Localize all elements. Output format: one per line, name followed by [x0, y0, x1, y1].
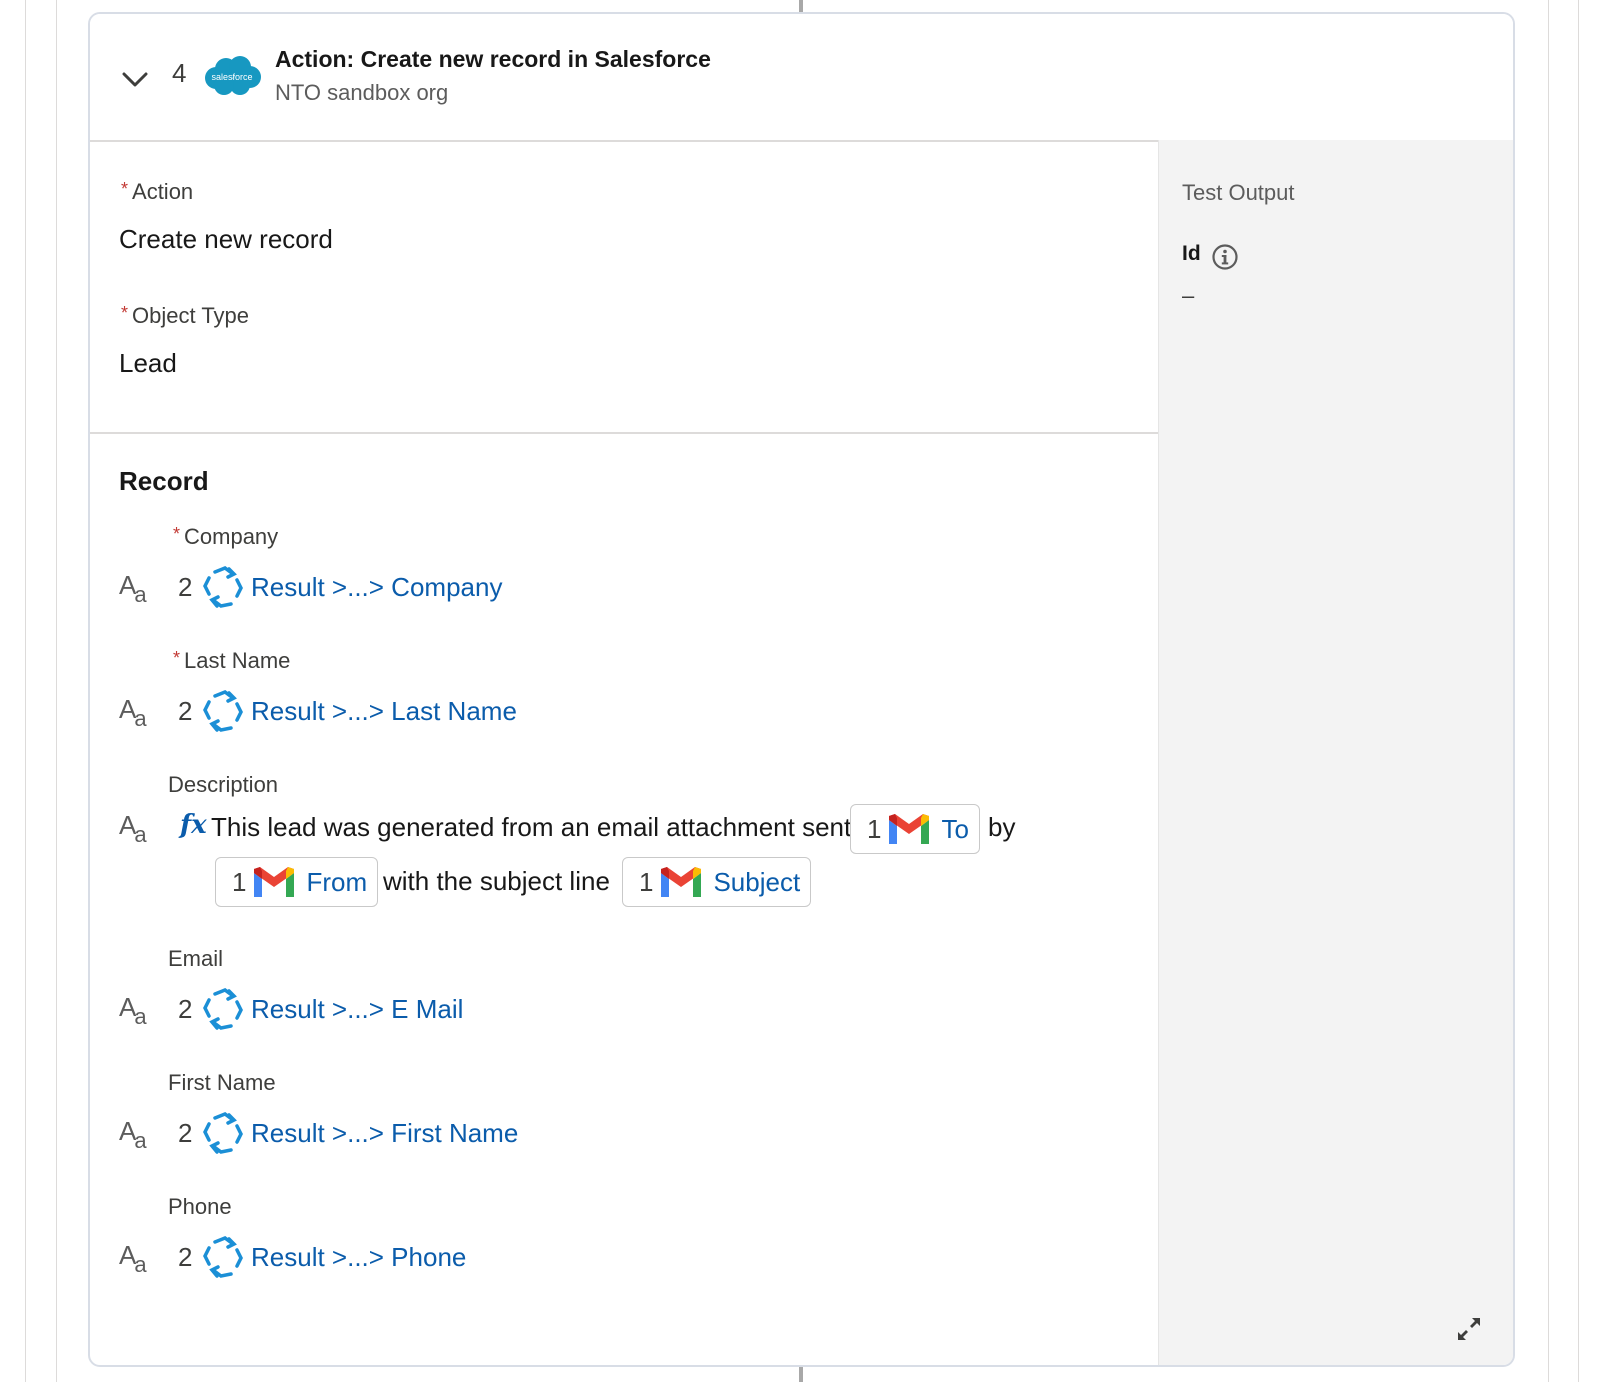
step-header[interactable]: 4 salesforce Action: Create new record i… [90, 14, 1513, 142]
first-name-field[interactable]: Aa 2 Result >...> First Name [119, 1110, 1119, 1160]
gmail-icon [254, 867, 295, 897]
phone-label: Phone [168, 1194, 232, 1219]
text-type-icon: Aa [119, 694, 147, 731]
description-label: Description [168, 772, 279, 797]
required-marker: * [173, 648, 181, 668]
action-step-card: 4 salesforce Action: Create new record i… [88, 12, 1515, 1367]
last-name-label: * Last Name [173, 648, 291, 673]
email-field[interactable]: Aa 2 Result >...> E Mail [119, 986, 1119, 1036]
step-ref-number: 1 [232, 866, 247, 897]
gmail-from-pill[interactable]: 1 From [215, 857, 379, 907]
description-text-2: by [988, 812, 1016, 842]
object-type-value[interactable]: Lead [119, 348, 177, 379]
automation-icon [203, 1112, 243, 1154]
first-name-label: First Name [168, 1070, 276, 1095]
id-value: – [1182, 283, 1195, 308]
company-ref-link[interactable]: Result >...> Company [251, 572, 502, 603]
object-type-label: * Object Type [121, 303, 250, 328]
description-field[interactable]: Aa fx This lead was generated from an em… [119, 804, 1119, 858]
first-name-ref-link[interactable]: Result >...> First Name [251, 1118, 518, 1149]
automation-icon [203, 988, 243, 1030]
company-field[interactable]: Aa 2 Result >...> Company [119, 564, 1119, 614]
action-label: * Action [121, 179, 194, 204]
test-output-panel: Test Output Id – [1158, 140, 1513, 1365]
test-output-title: Test Output [1182, 180, 1295, 205]
step-ref-number: 2 [178, 1242, 193, 1272]
text-type-icon: Aa [119, 1240, 147, 1277]
step-ref-number: 1 [639, 866, 654, 897]
flow-connector-bottom [799, 1367, 803, 1382]
automation-icon [203, 566, 243, 608]
text-type-icon: Aa [119, 992, 147, 1029]
gmail-from-link[interactable]: From [306, 867, 367, 898]
step-ref-number: 2 [178, 1118, 193, 1148]
gmail-to-pill[interactable]: 1 To [850, 804, 980, 854]
page-border-left [25, 0, 26, 1382]
page-border-inner-right [1548, 0, 1549, 1382]
expand-icon[interactable] [1455, 1315, 1483, 1343]
gmail-to-link[interactable]: To [941, 814, 968, 845]
last-name-ref-link[interactable]: Result >...> Last Name [251, 696, 517, 727]
flow-connector-top [799, 0, 803, 12]
gmail-icon [889, 814, 930, 844]
step-ref-number: 2 [178, 994, 193, 1024]
salesforce-logo: salesforce [205, 56, 261, 95]
salesforce-logo-text: salesforce [211, 72, 252, 82]
step-subtitle: NTO sandbox org [275, 80, 449, 105]
automation-icon [203, 1236, 243, 1278]
gmail-icon [661, 867, 702, 897]
automation-icon [203, 690, 243, 732]
action-value[interactable]: Create new record [119, 224, 333, 255]
required-marker: * [121, 303, 129, 323]
step-number: 4 [172, 58, 187, 88]
description-text-3: with the subject line [383, 866, 610, 896]
section-divider [90, 432, 1158, 434]
info-icon[interactable] [1211, 243, 1239, 271]
company-label: * Company [173, 524, 279, 549]
step-ref-number: 2 [178, 696, 193, 726]
email-ref-link[interactable]: Result >...> E Mail [251, 994, 463, 1025]
step-ref-number: 2 [178, 572, 193, 602]
required-marker: * [121, 179, 129, 199]
text-type-icon: Aa [119, 1116, 147, 1153]
phone-ref-link[interactable]: Result >...> Phone [251, 1242, 466, 1273]
gmail-subject-pill[interactable]: 1 Subject [622, 857, 812, 907]
text-type-icon: Aa [119, 810, 147, 847]
gmail-subject-link[interactable]: Subject [713, 867, 800, 898]
chevron-down-icon[interactable] [120, 68, 150, 92]
id-label: Id [1182, 242, 1201, 265]
page-border-right [1578, 0, 1579, 1382]
last-name-field[interactable]: Aa 2 Result >...> Last Name [119, 688, 1119, 738]
step-ref-number: 1 [867, 813, 882, 844]
required-marker: * [173, 524, 181, 544]
formula-fx-icon: fx [180, 810, 207, 840]
text-type-icon: Aa [119, 570, 147, 607]
phone-field[interactable]: Aa 2 Result >...> Phone [119, 1234, 1119, 1284]
page-border-inner-left [56, 0, 57, 1382]
email-label: Email [168, 946, 224, 971]
description-text-1: This lead was generated from an email at… [211, 812, 881, 842]
record-section-title: Record [119, 466, 209, 496]
step-title: Action: Create new record in Salesforce [275, 46, 711, 72]
